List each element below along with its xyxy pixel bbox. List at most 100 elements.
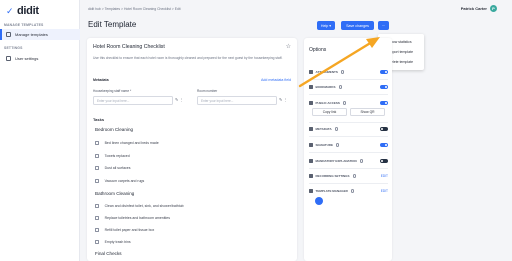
task-group-title[interactable]: Bedroom Cleaning: [95, 127, 133, 132]
save-changes-button[interactable]: Save changes: [341, 21, 374, 30]
avatar: P: [490, 5, 497, 12]
recurring-edit-link[interactable]: EDIT: [381, 174, 388, 178]
task-group-title[interactable]: Bathroom Cleaning: [95, 191, 134, 196]
field-actions: ✎ ⋮: [279, 97, 287, 102]
info-icon[interactable]: [352, 174, 356, 178]
copy-link-button[interactable]: Copy link: [312, 108, 347, 116]
options-panel: Options ATTACHMENTS BOOKMARKS PUBLIC ACC…: [304, 38, 392, 261]
section-label-manage: MANAGE TEMPLATES: [4, 23, 44, 27]
attachments-toggle[interactable]: [380, 70, 388, 74]
recurring-icon: [309, 174, 313, 178]
template-manager-edit-link[interactable]: EDIT: [381, 189, 388, 193]
divider: [309, 94, 388, 95]
page-title: Edit Template: [88, 20, 137, 29]
checkbox[interactable]: [95, 216, 99, 220]
divider: [309, 122, 388, 123]
bookmarks-toggle[interactable]: [380, 85, 388, 89]
edit-icon[interactable]: ✎: [175, 97, 178, 102]
explanation-icon: [309, 159, 313, 163]
task-item[interactable]: Clean and disinfect toilet, sink, and sh…: [95, 204, 184, 208]
user-settings-icon: [6, 56, 11, 61]
staff-name-input[interactable]: Enter your input here...: [93, 96, 173, 105]
templates-icon: [6, 32, 11, 37]
more-icon[interactable]: ⋮: [283, 97, 287, 102]
room-number-input[interactable]: Enter your input here...: [197, 96, 277, 105]
more-icon[interactable]: ⋮: [179, 97, 183, 102]
star-icon[interactable]: ☆: [286, 43, 291, 50]
info-icon[interactable]: [350, 189, 354, 193]
option-attachments: ATTACHMENTS: [309, 69, 388, 75]
checkbox[interactable]: [95, 204, 99, 208]
divider: [309, 183, 388, 184]
nav-item-label: User settings: [15, 56, 39, 61]
checkbox[interactable]: [95, 179, 99, 183]
checkbox[interactable]: [95, 228, 99, 232]
mandatory-explanation-toggle[interactable]: [380, 159, 388, 163]
sidebar: ✓ didit MANAGE TEMPLATES Manage template…: [0, 0, 80, 261]
checkbox[interactable]: [95, 240, 99, 244]
task-item[interactable]: Bed linen changed and beds made: [95, 141, 159, 145]
checkbox[interactable]: [95, 141, 99, 145]
info-icon[interactable]: [340, 70, 345, 74]
manager-icon: [309, 189, 313, 193]
signature-toggle[interactable]: [380, 143, 388, 147]
public-access-toggle[interactable]: [380, 101, 388, 105]
breadcrumb[interactable]: didit hub > Templates > Hotel Room Clean…: [88, 7, 181, 11]
user-menu[interactable]: Patrick Carter P: [461, 5, 497, 12]
info-icon[interactable]: [342, 101, 347, 105]
edit-icon[interactable]: ✎: [279, 97, 282, 102]
task-group-title[interactable]: Final Checks: [95, 251, 122, 256]
section-label-settings: SETTINGS: [4, 46, 23, 50]
task-item[interactable]: Vacuum carpets and rugs: [95, 179, 144, 183]
field-label-staff-name: Housekeeping staff name *: [93, 89, 132, 93]
didit-logo[interactable]: ✓ didit: [6, 5, 39, 17]
divider: [309, 136, 388, 137]
option-mandatory-explanation: MANDATORY EXPLANATION: [309, 158, 388, 164]
more-options-button[interactable]: ···: [378, 21, 389, 30]
checkbox[interactable]: [95, 154, 99, 158]
divider: [309, 152, 388, 153]
task-item[interactable]: Replace toiletries and bathroom amenitie…: [95, 216, 170, 220]
metadata-header: Metadata Add metadata field: [93, 78, 291, 82]
task-item[interactable]: Dust all surfaces: [95, 166, 130, 170]
manager-avatar: [315, 197, 323, 205]
info-icon[interactable]: [359, 159, 363, 163]
info-icon[interactable]: [335, 143, 340, 147]
option-metadata: METADATA: [309, 126, 388, 132]
option-signature: SIGNATURE: [309, 142, 388, 148]
add-metadata-link[interactable]: Add metadata field: [261, 78, 291, 82]
options-title: Options: [309, 47, 327, 53]
task-item[interactable]: Refill toilet paper and tissue box: [95, 228, 154, 232]
field-label-room-number: Room number: [197, 89, 218, 93]
metadata-label: Metadata: [93, 78, 109, 82]
info-icon[interactable]: [338, 85, 342, 89]
task-item[interactable]: Towels replaced: [95, 154, 130, 158]
template-editor-card: Hotel Room Cleaning Checklist ☆ Use this…: [87, 38, 297, 261]
template-title[interactable]: Hotel Room Cleaning Checklist: [93, 44, 165, 50]
metadata-toggle[interactable]: [380, 127, 388, 131]
divider: [309, 168, 388, 169]
task-item[interactable]: Empty trash bins: [95, 240, 131, 244]
nav-item-label: Manage templates: [15, 32, 48, 37]
signature-icon: [309, 143, 313, 147]
option-public-access: PUBLIC ACCESS: [309, 100, 388, 106]
template-description[interactable]: Use this checklist to ensure that each h…: [93, 56, 288, 61]
user-name: Patrick Carter: [460, 6, 487, 11]
option-bookmarks: BOOKMARKS: [309, 84, 388, 90]
divider: [309, 79, 388, 80]
nav-item-user-settings[interactable]: User settings: [0, 53, 80, 64]
option-recurring-settings: RECURRING SETTINGS EDIT: [309, 173, 388, 179]
checkbox[interactable]: [95, 166, 99, 170]
field-actions: ✎ ⋮: [175, 97, 183, 102]
show-qr-button[interactable]: Show QR: [350, 108, 385, 116]
nav-item-manage-templates[interactable]: Manage templates: [0, 29, 80, 40]
globe-icon: [309, 101, 313, 105]
info-icon[interactable]: [334, 127, 338, 131]
tasks-label: Tasks: [93, 117, 105, 122]
metadata-icon: [309, 127, 313, 131]
option-template-manager: TEMPLATE MANAGER EDIT: [309, 188, 388, 194]
bookmark-icon: [309, 85, 313, 89]
logo-mark-icon: ✓: [6, 5, 14, 16]
help-button[interactable]: Help ▾: [317, 21, 335, 30]
attachment-icon: [309, 70, 313, 74]
